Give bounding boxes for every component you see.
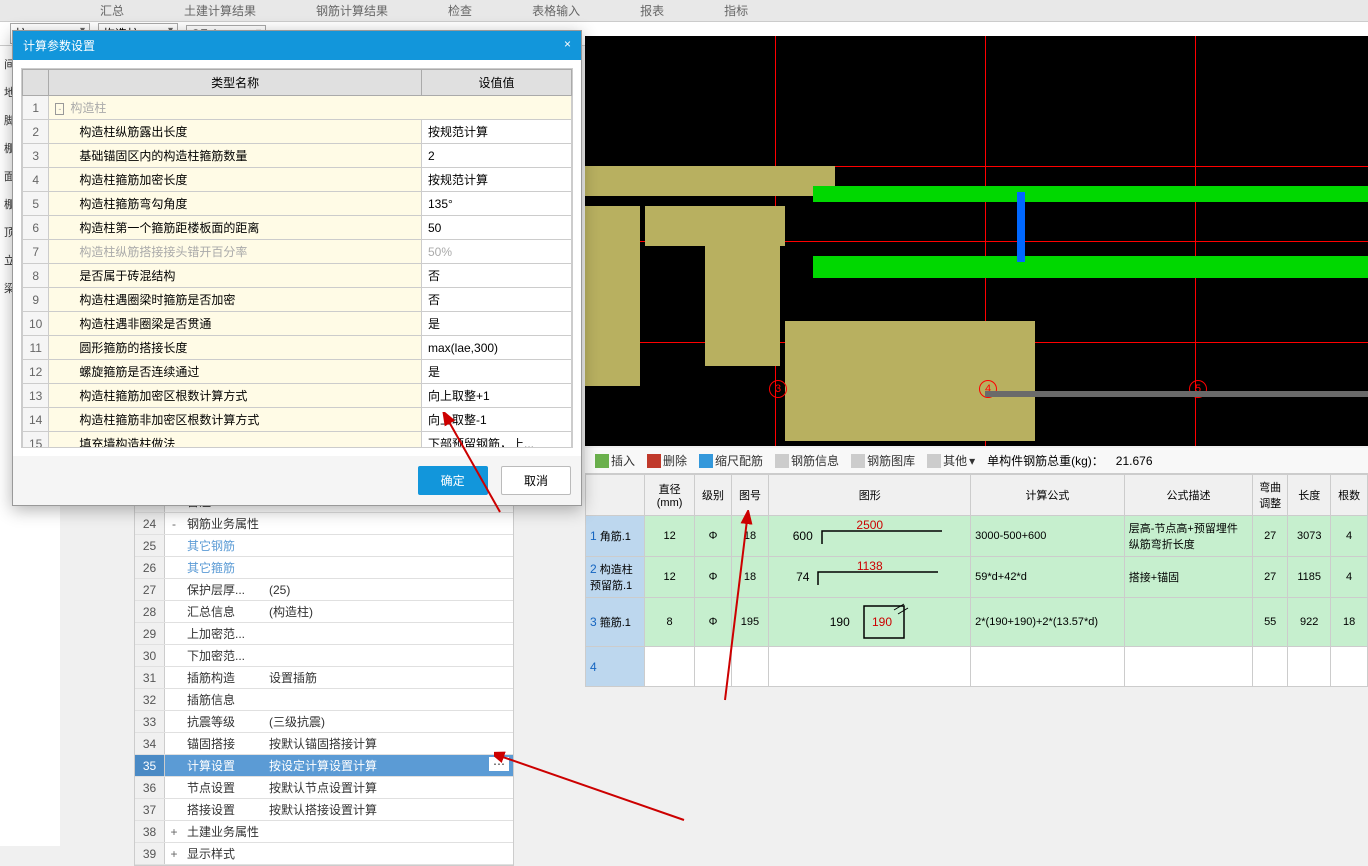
grid-header: 直径(mm) — [644, 475, 695, 516]
grid-header: 弯曲调整 — [1253, 475, 1288, 516]
prop-row[interactable]: 39+显示样式 — [135, 843, 513, 865]
grid-header: 长度 — [1288, 475, 1331, 516]
grid-row[interactable]: 4 — [586, 647, 1368, 687]
grid-header: 根数 — [1331, 475, 1368, 516]
prop-row[interactable]: 24-钢筋业务属性 — [135, 513, 513, 535]
weight-value: 21.676 — [1116, 454, 1153, 468]
prop-row[interactable]: 28汇总信息(构造柱) — [135, 601, 513, 623]
prop-row[interactable]: 29上加密范... — [135, 623, 513, 645]
grid-row[interactable]: 3 箍筋.18Φ1951901902*(190+190)+2*(13.57*d)… — [586, 598, 1368, 647]
rebar-result-grid: 直径(mm)级别图号图形计算公式公式描述弯曲调整长度根数 1 角筋.112Φ18… — [585, 474, 1368, 687]
param-row[interactable]: 7构造柱纵筋搭接接头错开百分率50% — [23, 240, 572, 264]
dialog-titlebar[interactable]: 计算参数设置 × — [13, 31, 581, 60]
ok-button[interactable]: 确定 — [418, 466, 488, 495]
tab[interactable]: 汇总 — [100, 2, 124, 19]
prop-row[interactable]: 34锚固搭接按默认锚固搭接计算 — [135, 733, 513, 755]
prop-row[interactable]: 31插筋构造设置插筋 — [135, 667, 513, 689]
prop-row[interactable]: 38+土建业务属性 — [135, 821, 513, 843]
svg-text:190: 190 — [872, 615, 892, 629]
prop-row[interactable]: 37搭接设置按默认搭接设置计算 — [135, 799, 513, 821]
axis-label: 3 — [769, 380, 787, 398]
close-icon[interactable]: × — [564, 37, 571, 54]
info-button[interactable]: 钢筋信息 — [775, 452, 839, 469]
col-name: 类型名称 — [49, 70, 422, 96]
param-row[interactable]: 1-构造柱 — [23, 96, 572, 120]
tab[interactable]: 检查 — [448, 2, 472, 19]
ribbon-tabs: 汇总 土建计算结果 钢筋计算结果 检查 表格输入 报表 指标 — [0, 0, 1368, 22]
grid-header: 公式描述 — [1124, 475, 1252, 516]
grid-header — [586, 475, 645, 516]
other-dropdown[interactable]: 其他 ▾ — [927, 452, 975, 469]
prop-row[interactable]: 35计算设置按设定计算设置计算⋯ — [135, 755, 513, 777]
param-row[interactable]: 10构造柱遇非圈梁是否贯通是 — [23, 312, 572, 336]
rebar-toolbar: 插入 删除 缩尺配筋 钢筋信息 钢筋图库 其他 ▾ 单构件钢筋总重(kg)： 2… — [585, 448, 1368, 474]
prop-row[interactable]: 32插筋信息 — [135, 689, 513, 711]
param-table: 类型名称 设值值 1-构造柱2构造柱纵筋露出长度按规范计算3基础锚固区内的构造柱… — [22, 69, 572, 448]
prop-row[interactable]: 30下加密范... — [135, 645, 513, 667]
param-row[interactable]: 5构造柱箍筋弯勾角度135° — [23, 192, 572, 216]
grid-row[interactable]: 2 构造柱预留筋.112Φ1874113859*d+42*d搭接+锚固27118… — [586, 557, 1368, 598]
ellipsis-button[interactable]: ⋯ — [489, 757, 509, 771]
prop-row[interactable]: 27保护层厚...(25) — [135, 579, 513, 601]
library-button[interactable]: 钢筋图库 — [851, 452, 915, 469]
param-row[interactable]: 4构造柱箍筋加密长度按规范计算 — [23, 168, 572, 192]
prop-row[interactable]: 33抗震等级(三级抗震) — [135, 711, 513, 733]
param-row[interactable]: 13构造柱箍筋加密区根数计算方式向上取整+1 — [23, 384, 572, 408]
tab[interactable]: 表格输入 — [532, 2, 580, 19]
insert-button[interactable]: 插入 — [595, 452, 635, 469]
param-row[interactable]: 12螺旋箍筋是否连续通过是 — [23, 360, 572, 384]
grid-header: 图号 — [731, 475, 769, 516]
prop-row[interactable]: 25其它钢筋 — [135, 535, 513, 557]
col-val: 设值值 — [422, 70, 572, 96]
scrollbar-horiz[interactable] — [985, 391, 1368, 397]
param-row[interactable]: 15填充墙构造柱做法下部预留钢筋，上... — [23, 432, 572, 449]
delete-button[interactable]: 删除 — [647, 452, 687, 469]
tab[interactable]: 指标 — [724, 2, 748, 19]
3d-viewport[interactable]: 3 4 5 — [585, 36, 1368, 446]
scale-button[interactable]: 缩尺配筋 — [699, 452, 763, 469]
properties-panel: 23备注24-钢筋业务属性25其它钢筋26其它箍筋27保护层厚...(25)28… — [134, 490, 514, 866]
param-row[interactable]: 6构造柱第一个箍筋距楼板面的距离50 — [23, 216, 572, 240]
cancel-button[interactable]: 取消 — [501, 466, 571, 495]
calc-param-dialog: 计算参数设置 × 类型名称 设值值 1-构造柱2构造柱纵筋露出长度按规范计算3基… — [12, 30, 582, 506]
grid-header: 图形 — [769, 475, 971, 516]
tab[interactable]: 钢筋计算结果 — [316, 2, 388, 19]
grid-header: 计算公式 — [971, 475, 1125, 516]
grid-header: 级别 — [695, 475, 731, 516]
param-row[interactable]: 9构造柱遇圈梁时箍筋是否加密否 — [23, 288, 572, 312]
param-row[interactable]: 14构造柱箍筋非加密区根数计算方式向上取整-1 — [23, 408, 572, 432]
tab[interactable]: 报表 — [640, 2, 664, 19]
weight-label: 单构件钢筋总重(kg)： — [987, 452, 1104, 469]
tab[interactable]: 土建计算结果 — [184, 2, 256, 19]
param-row[interactable]: 3基础锚固区内的构造柱箍筋数量2 — [23, 144, 572, 168]
param-row[interactable]: 2构造柱纵筋露出长度按规范计算 — [23, 120, 572, 144]
prop-row[interactable]: 36节点设置按默认节点设置计算 — [135, 777, 513, 799]
prop-row[interactable]: 26其它箍筋 — [135, 557, 513, 579]
annotation-arrow — [494, 750, 694, 840]
param-row[interactable]: 8是否属于砖混结构否 — [23, 264, 572, 288]
grid-row[interactable]: 1 角筋.112Φ1860025003000-500+600层高-节点高+预留埋… — [586, 516, 1368, 557]
dialog-title-text: 计算参数设置 — [23, 37, 95, 54]
param-row[interactable]: 11圆形箍筋的搭接长度max(lae,300) — [23, 336, 572, 360]
